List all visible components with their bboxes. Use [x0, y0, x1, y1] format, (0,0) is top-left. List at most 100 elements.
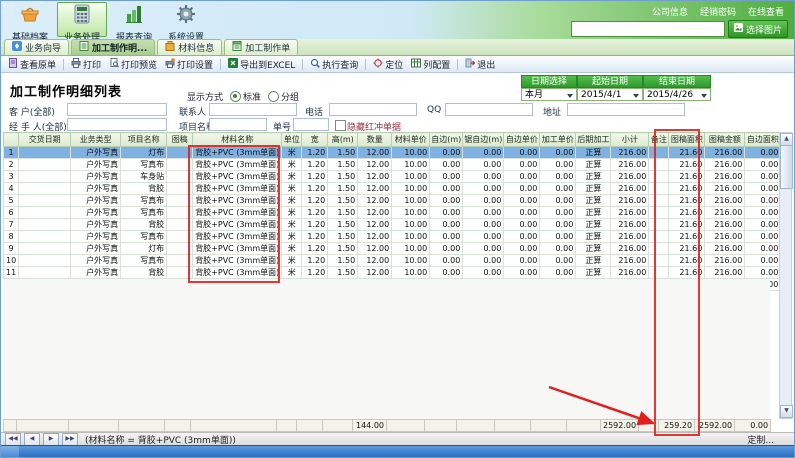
view-original-button[interactable]: 查看原单 — [5, 57, 59, 72]
table-cell — [167, 171, 193, 183]
radio-group[interactable]: 分组 — [268, 90, 299, 103]
column-header[interactable]: 自边(m) — [430, 133, 463, 147]
vertical-scrollbar[interactable]: ▲ ▼ — [779, 132, 792, 419]
address-input[interactable] — [567, 103, 685, 116]
period-select[interactable]: 本月 — [521, 88, 577, 101]
order-input[interactable] — [293, 118, 329, 131]
table-cell: 0.00 — [540, 195, 576, 207]
next-record-button[interactable]: ▶ — [43, 433, 59, 446]
radio-standard[interactable]: 标准 — [230, 90, 261, 103]
column-header[interactable]: 宽 — [302, 133, 328, 147]
table-cell — [167, 231, 193, 243]
table-cell: 1.20 — [302, 231, 328, 243]
column-header[interactable]: 图稿金额 — [705, 133, 745, 147]
table-cell: 12.00 — [358, 207, 392, 219]
customize-button[interactable]: 定制... — [747, 433, 774, 446]
handler-input[interactable] — [67, 118, 167, 131]
table-row[interactable]: 11户外写真背胶背胶+PVC (3mm单面)米1.201.5012.0010.0… — [4, 267, 781, 279]
column-header[interactable]: 数量 — [358, 133, 392, 147]
column-header[interactable]: 材料单价 — [392, 133, 430, 147]
tab-business-wizard[interactable]: 业务向导 — [4, 39, 69, 55]
project-input[interactable] — [209, 118, 267, 131]
tab-production-detail-list[interactable]: 加工制作明... — [71, 39, 155, 55]
hide-red-checkbox[interactable] — [335, 120, 346, 131]
exit-button[interactable]: 退出 — [462, 57, 498, 72]
prev-record-button[interactable]: ◀ — [24, 433, 40, 446]
end-date-select[interactable]: 2015/4/26 — [643, 88, 711, 101]
table-cell: 0.00 — [504, 255, 540, 267]
table-row[interactable]: 2户外写真写真布背胶+PVC (3mm单面)米1.201.5012.0010.0… — [4, 159, 781, 171]
column-header[interactable] — [4, 133, 19, 147]
print-settings-button[interactable]: 打印设置 — [162, 57, 216, 72]
table-cell: 1.50 — [328, 159, 358, 171]
table-cell: 0.00 — [463, 171, 504, 183]
table-cell: 户外写真 — [71, 255, 121, 267]
column-header[interactable]: 图稿 — [167, 133, 193, 147]
tab-work-order[interactable]: 加工制作单 — [224, 39, 298, 55]
column-header[interactable]: 交货日期 — [19, 133, 71, 147]
column-header[interactable]: 自边单价 — [504, 133, 540, 147]
column-header[interactable]: 图稿面积 — [669, 133, 705, 147]
print-preview-button[interactable]: 打印预览 — [106, 57, 160, 72]
table-row[interactable]: 3户外写真车身贴背胶+PVC (3mm单面)米1.201.5012.0010.0… — [4, 171, 781, 183]
table-row[interactable]: 5户外写真写真布背胶+PVC (3mm单面)米1.201.5012.0010.0… — [4, 195, 781, 207]
table-row[interactable]: 1户外写真灯布背胶+PVC (3mm单面)米1.201.5012.0010.00… — [4, 147, 781, 159]
column-header[interactable]: 单位 — [282, 133, 302, 147]
table-cell: 写真布 — [121, 231, 167, 243]
locate-button[interactable]: 定位 — [370, 57, 406, 72]
totals-cell — [165, 420, 191, 432]
run-query-button[interactable]: 执行查询 — [307, 57, 361, 72]
start-date-select[interactable]: 2015/4/1 — [577, 88, 643, 101]
table-cell: 户外写真 — [71, 195, 121, 207]
totals-cell — [277, 420, 297, 432]
customer-input[interactable] — [67, 103, 167, 116]
scrollbar-thumb[interactable] — [780, 145, 793, 189]
column-header[interactable]: 小计 — [611, 133, 649, 147]
table-row[interactable]: 6户外写真写真布背胶+PVC (3mm单面)米1.201.5012.0010.0… — [4, 207, 781, 219]
table-cell: 0.00 — [540, 267, 576, 279]
last-record-button[interactable]: ▶▶ — [62, 433, 78, 446]
grid-header-row: 交货日期业务类型项目名称图稿材料名称单位宽高(m)数量材料单价自边(m)锯自边(… — [4, 133, 781, 147]
nav-basic-files[interactable]: 基础档案 — [5, 2, 55, 37]
select-image-button[interactable]: 选择图片 — [728, 20, 788, 38]
magnifier-icon — [310, 58, 320, 71]
table-cell: 正算 — [576, 183, 611, 195]
column-header[interactable]: 自边面积 — [745, 133, 781, 147]
image-search-input[interactable] — [571, 21, 725, 37]
table-cell: 正算 — [576, 219, 611, 231]
display-mode-label: 显示方式 — [187, 90, 223, 103]
table-row[interactable]: 4户外写真背胶背胶+PVC (3mm单面)米1.201.5012.0010.00… — [4, 183, 781, 195]
column-header[interactable]: 加工单价 — [540, 133, 576, 147]
table-cell: 10.00 — [392, 147, 430, 159]
nav-business-processing[interactable]: 业务处理 — [57, 2, 107, 37]
column-header[interactable]: 业务类型 — [71, 133, 121, 147]
table-row[interactable]: 7户外写真背胶背胶+PVC (3mm单面)米1.201.5012.0010.00… — [4, 219, 781, 231]
column-config-button[interactable]: 列配置 — [408, 57, 453, 72]
link-online-view[interactable]: 在线查看 — [748, 5, 784, 18]
column-header[interactable]: 项目名称 — [121, 133, 167, 147]
contact-input[interactable] — [209, 103, 297, 116]
link-company-info[interactable]: 公司信息 — [652, 5, 688, 18]
scroll-down-icon[interactable]: ▼ — [780, 405, 793, 418]
print-button[interactable]: 打印 — [68, 57, 104, 72]
radio-group-dot[interactable] — [268, 91, 279, 102]
column-header[interactable]: 锯自边(m) — [463, 133, 504, 147]
table-row[interactable]: 9户外写真灯布背胶+PVC (3mm单面)米1.201.5012.0010.00… — [4, 243, 781, 255]
radio-standard-dot[interactable] — [230, 91, 241, 102]
link-dealer-password[interactable]: 经销密码 — [700, 5, 736, 18]
column-header[interactable]: 材料名称 — [193, 133, 282, 147]
tab-material-info[interactable]: 材料信息 — [157, 39, 222, 55]
column-header[interactable]: 高(m) — [328, 133, 358, 147]
nav-report-query[interactable]: 报表查询 — [109, 2, 159, 37]
table-row[interactable]: 10户外写真写真布背胶+PVC (3mm单面)米1.201.5012.0010.… — [4, 255, 781, 267]
first-record-button[interactable]: ◀◀ — [5, 433, 21, 446]
nav-system-settings[interactable]: 系统设置 — [161, 2, 211, 37]
table-cell: 米 — [282, 267, 302, 279]
table-cell: 正算 — [576, 195, 611, 207]
qq-input[interactable] — [445, 103, 533, 116]
column-header[interactable]: 备注 — [649, 133, 669, 147]
table-row[interactable]: 8户外写真写真布背胶+PVC (3mm单面)米1.201.5012.0010.0… — [4, 231, 781, 243]
phone-input[interactable] — [329, 103, 417, 116]
column-header[interactable]: 后期加工 — [576, 133, 611, 147]
export-excel-button[interactable]: 导出到EXCEL — [225, 57, 298, 72]
